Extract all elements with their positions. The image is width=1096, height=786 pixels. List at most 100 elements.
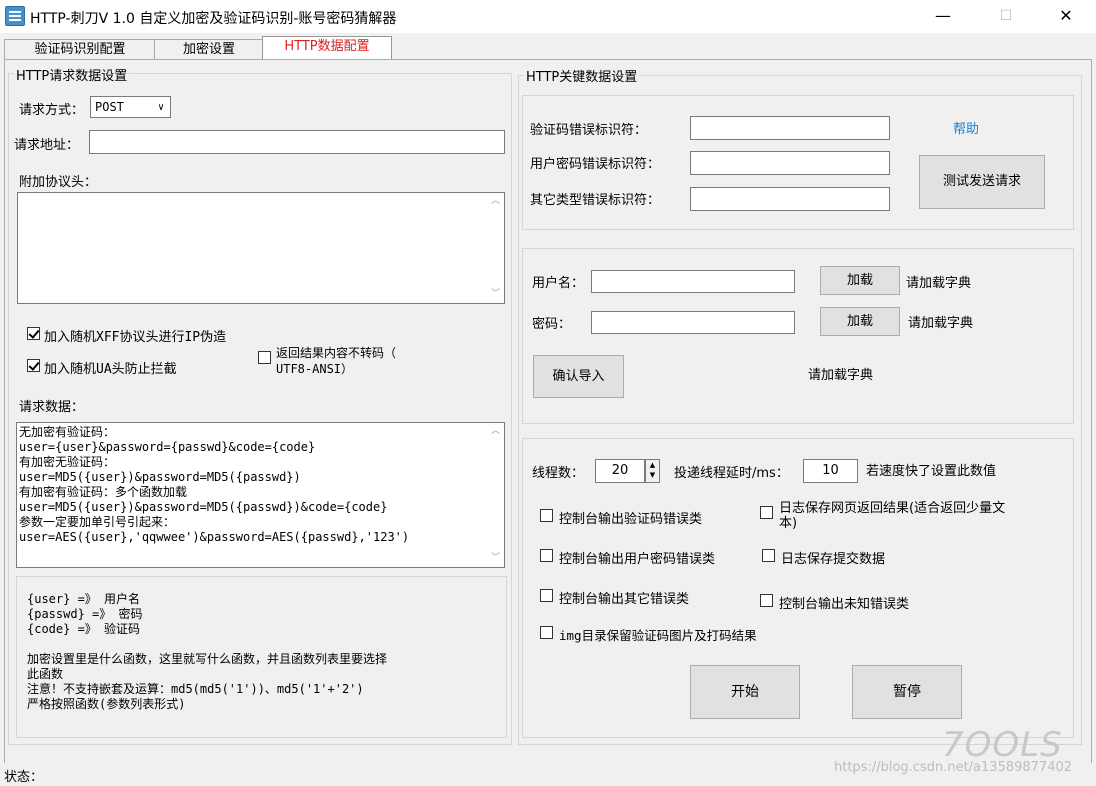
- threads-input[interactable]: 20: [595, 459, 645, 483]
- request-data-line: user=MD5({user})&password=MD5({passwd})&…: [19, 500, 388, 514]
- opt-unknown-checkbox[interactable]: [760, 594, 773, 607]
- other-err-input[interactable]: [690, 187, 890, 211]
- request-data-line: 无加密有验证码：: [19, 425, 116, 439]
- opt-log-resp-label-line1: 日志保存网页返回结果(适合返回少量文: [779, 501, 1006, 516]
- delay-label: 投递线程延时/ms：: [674, 466, 789, 481]
- opt-log-submit-checkbox[interactable]: [762, 549, 775, 562]
- http-request-group-title: HTTP请求数据设置: [14, 65, 130, 84]
- opt-unknown-label: 控制台输出未知错误类: [779, 597, 910, 612]
- help-text: {user} =》 用户名 {passwd} =》 密码 {code} =》 验证码…: [27, 592, 387, 712]
- help-line: 严格按照函数(参数列表形式): [27, 697, 186, 711]
- help-line: 加密设置里是什么函数，这里就写什么函数，并且函数列表里要选择: [27, 652, 388, 666]
- request-data-label: 请求数据：: [19, 400, 85, 415]
- xff-checkbox[interactable]: [27, 327, 40, 340]
- opt-captcha-checkbox[interactable]: [540, 509, 553, 522]
- noconv-label-line2: UTF8-ANSI）: [276, 362, 354, 376]
- help-line: 注意！不支持嵌套及运算：md5(md5('1'))、md5('1'+'2'): [27, 682, 364, 696]
- username-load-hint: 请加载字典: [906, 276, 972, 291]
- help-line: {passwd} =》 密码: [27, 607, 143, 621]
- delay-input[interactable]: 10: [803, 459, 858, 483]
- watermark-logo: 7OOLS: [942, 725, 1063, 765]
- threads-label: 线程数：: [532, 466, 585, 481]
- opt-log-resp-label-line2: 本): [779, 516, 798, 531]
- password-label: 密码：: [532, 317, 572, 332]
- scroll-up-icon[interactable]: ︿: [487, 193, 504, 210]
- tab-captcha-config[interactable]: 验证码识别配置: [4, 39, 156, 60]
- other-err-label: 其它类型错误标识符：: [530, 193, 661, 208]
- spin-up-icon[interactable]: ▲: [646, 460, 659, 470]
- captcha-err-label: 验证码错误标识符：: [530, 123, 648, 138]
- headers-label: 附加协议头：: [19, 175, 98, 190]
- spin-down-icon[interactable]: ▼: [646, 470, 659, 480]
- opt-img-checkbox[interactable]: [540, 626, 553, 639]
- request-data-line: 有加密有验证码：多个函数加载: [19, 485, 188, 499]
- start-button[interactable]: 开始: [690, 665, 800, 719]
- tab-strip: 验证码识别配置 加密设置 HTTP数据配置: [0, 36, 1096, 61]
- chevron-down-icon: ∨: [157, 102, 164, 113]
- tab-http-data[interactable]: HTTP数据配置: [262, 36, 392, 61]
- opt-img-label: img目录保留验证码图片及打码结果: [559, 628, 757, 643]
- request-data-textarea[interactable]: 无加密有验证码： user={user}&password={passwd}&co…: [16, 422, 505, 568]
- username-label: 用户名：: [532, 276, 585, 291]
- request-data-scrollbar[interactable]: ︿ ﹀: [487, 423, 504, 567]
- request-data-line: 有加密无验证码：: [19, 455, 116, 469]
- help-line: 此函数: [27, 667, 64, 681]
- method-select-value: POST: [95, 100, 124, 114]
- delay-hint: 若速度快了设置此数值: [866, 464, 997, 479]
- help-line: {user} =》 用户名: [27, 592, 141, 606]
- userpass-err-label: 用户密码错误标识符：: [530, 157, 661, 172]
- tab-encryption[interactable]: 加密设置: [154, 39, 264, 60]
- ua-checkbox[interactable]: [27, 359, 40, 372]
- method-select[interactable]: POST ∨: [90, 96, 171, 118]
- confirm-import-button[interactable]: 确认导入: [533, 355, 624, 398]
- scroll-down-icon[interactable]: ﹀: [487, 286, 504, 303]
- scroll-down-icon[interactable]: ﹀: [487, 550, 504, 567]
- noconv-checkbox[interactable]: [258, 351, 271, 364]
- opt-log-submit-label: 日志保存提交数据: [781, 552, 886, 567]
- opt-other-checkbox[interactable]: [540, 589, 553, 602]
- close-button[interactable]: ✕: [1043, 0, 1089, 32]
- request-data-text: 无加密有验证码： user={user}&password={passwd}&co…: [19, 425, 502, 545]
- ua-label: 加入随机UA头防止拦截: [44, 362, 177, 377]
- captcha-err-input[interactable]: [690, 116, 890, 140]
- url-input[interactable]: [89, 130, 505, 154]
- opt-userpass-label: 控制台输出用户密码错误类: [559, 552, 716, 567]
- xff-label: 加入随机XFF协议头进行IP伪造: [44, 330, 227, 345]
- url-label: 请求地址：: [14, 138, 80, 153]
- title-bar: HTTP-刺刀V 1.0 自定义加密及验证码识别-账号密码猜解器 — ☐ ✕: [0, 0, 1096, 33]
- request-data-line: 参数一定要加单引号引起来：: [19, 515, 176, 529]
- noconv-label-line1: 返回结果内容不转码（: [276, 346, 397, 360]
- headers-textarea[interactable]: ︿ ﹀: [17, 192, 505, 304]
- maximize-button[interactable]: ☐: [983, 0, 1029, 32]
- opt-userpass-checkbox[interactable]: [540, 549, 553, 562]
- userpass-err-input[interactable]: [690, 151, 890, 175]
- opt-other-label: 控制台输出其它错误类: [559, 592, 690, 607]
- request-data-line: user={user}&password={passwd}&code={code…: [19, 440, 316, 454]
- window-title: HTTP-刺刀V 1.0 自定义加密及验证码识别-账号密码猜解器: [30, 11, 397, 27]
- load-username-button[interactable]: 加载: [820, 266, 900, 295]
- password-load-hint: 请加载字典: [908, 316, 974, 331]
- app-icon: [5, 6, 25, 26]
- opt-captcha-label: 控制台输出验证码错误类: [559, 512, 703, 527]
- dictionary-status: 请加载字典: [808, 368, 874, 383]
- headers-scrollbar[interactable]: ︿ ﹀: [487, 193, 504, 303]
- status-label: 状态：: [4, 770, 44, 785]
- help-link[interactable]: 帮助: [953, 118, 979, 137]
- watermark-url: https://blog.csdn.net/a13589877402: [834, 760, 1073, 775]
- http-key-group-title: HTTP关键数据设置: [524, 66, 640, 85]
- password-input[interactable]: [591, 311, 795, 334]
- scroll-up-icon[interactable]: ︿: [487, 423, 504, 440]
- test-request-button[interactable]: 测试发送请求: [919, 155, 1045, 209]
- username-input[interactable]: [591, 270, 795, 293]
- opt-log-resp-checkbox[interactable]: [760, 506, 773, 519]
- help-line: [27, 637, 387, 652]
- request-data-line: user=AES({user},'qqwwee')&password=AES({…: [19, 530, 410, 544]
- method-label: 请求方式：: [19, 103, 85, 118]
- pause-button[interactable]: 暂停: [852, 665, 962, 719]
- app-window: HTTP-刺刀V 1.0 自定义加密及验证码识别-账号密码猜解器 — ☐ ✕ 验…: [0, 0, 1096, 786]
- minimize-button[interactable]: —: [920, 0, 966, 32]
- help-line: {code} =》 验证码: [27, 622, 141, 636]
- load-password-button[interactable]: 加载: [820, 307, 900, 336]
- request-data-line: user=MD5({user})&password=MD5({passwd}): [19, 470, 301, 484]
- threads-spinner[interactable]: ▲ ▼: [645, 459, 660, 483]
